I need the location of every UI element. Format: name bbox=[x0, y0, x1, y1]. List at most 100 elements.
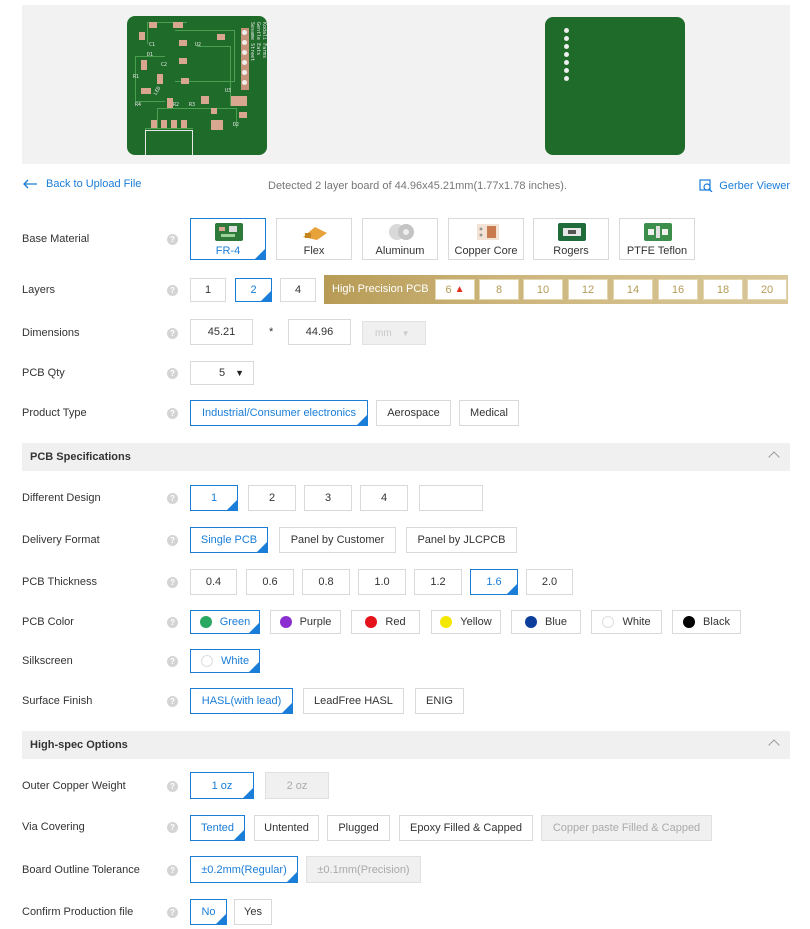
color-label: Black bbox=[703, 616, 730, 628]
help-icon[interactable]: ? bbox=[167, 907, 178, 918]
layers-option-6[interactable]: 6 ▲ bbox=[435, 279, 475, 300]
color-label: Green bbox=[219, 616, 251, 628]
via-plugged[interactable]: Plugged bbox=[327, 815, 390, 841]
layers-option-10[interactable]: 10 bbox=[523, 279, 563, 300]
help-icon[interactable]: ? bbox=[167, 656, 178, 667]
tolerance-regular[interactable]: ±0.2mm(Regular) bbox=[190, 856, 298, 883]
pcb-specifications-section[interactable]: PCB Specifications bbox=[22, 443, 790, 471]
dimension-height-input[interactable]: 44.96 bbox=[288, 319, 351, 345]
via-copper-paste-filled-capped[interactable]: Copper paste Filled & Capped bbox=[541, 815, 712, 841]
color-option-yellow[interactable]: Yellow bbox=[431, 610, 501, 634]
help-icon[interactable]: ? bbox=[167, 696, 178, 707]
help-icon[interactable]: ? bbox=[167, 865, 178, 876]
layers-option-4[interactable]: 4 bbox=[280, 278, 316, 302]
copper-weight-1oz[interactable]: 1 oz bbox=[190, 772, 254, 799]
material-option-flex[interactable]: Flex bbox=[276, 218, 352, 260]
detected-board-text: Detected 2 layer board of 44.96x45.21mm(… bbox=[268, 180, 568, 192]
fr4-board-icon bbox=[215, 223, 243, 241]
different-design-option-4[interactable]: 4 bbox=[360, 485, 408, 511]
delivery-panel-by-customer[interactable]: Panel by Customer bbox=[279, 527, 396, 553]
chevron-down-icon: ▼ bbox=[401, 328, 410, 338]
thickness-option-0-8[interactable]: 0.8 bbox=[302, 569, 350, 595]
thickness-option-1-0[interactable]: 1.0 bbox=[358, 569, 406, 595]
pcb-qty-label: PCB Qty bbox=[22, 367, 65, 379]
different-design-option-1[interactable]: 1 bbox=[190, 485, 238, 511]
copper-core-icon bbox=[477, 224, 499, 240]
help-icon[interactable]: ? bbox=[167, 368, 178, 379]
color-label: Yellow bbox=[460, 616, 492, 628]
help-icon[interactable]: ? bbox=[167, 781, 178, 792]
help-icon[interactable]: ? bbox=[167, 408, 178, 419]
via-untented[interactable]: Untented bbox=[254, 815, 319, 841]
layers-option-2[interactable]: 2 bbox=[235, 278, 272, 302]
help-icon[interactable]: ? bbox=[167, 617, 178, 628]
material-label: Copper Core bbox=[454, 245, 518, 257]
material-option-rogers[interactable]: Rogers bbox=[533, 218, 609, 260]
layers-option-20[interactable]: 20 bbox=[747, 279, 787, 300]
color-label: Purple bbox=[299, 616, 332, 628]
layers-option-1[interactable]: 1 bbox=[190, 278, 226, 302]
tolerance-precision[interactable]: ±0.1mm(Precision) bbox=[306, 856, 421, 883]
back-to-upload-link[interactable]: Back to Upload File bbox=[22, 178, 141, 190]
pcb-qty-select[interactable]: 5 ▼ bbox=[190, 361, 254, 385]
different-design-custom-input[interactable] bbox=[419, 485, 483, 511]
material-option-fr4[interactable]: FR-4 bbox=[190, 218, 266, 260]
color-option-purple[interactable]: Purple bbox=[270, 610, 341, 634]
confirm-file-yes[interactable]: Yes bbox=[234, 899, 272, 925]
via-epoxy-filled-capped[interactable]: Epoxy Filled & Capped bbox=[399, 815, 533, 841]
product-type-label: Product Type bbox=[22, 407, 87, 419]
dimension-unit-select[interactable]: mm ▼ bbox=[362, 321, 426, 345]
finish-leadfree-hasl[interactable]: LeadFree HASL bbox=[303, 688, 404, 714]
different-design-option-3[interactable]: 3 bbox=[304, 485, 352, 511]
base-material-label: Base Material bbox=[22, 233, 90, 245]
material-option-ptfe-teflon[interactable]: PTFE Teflon bbox=[619, 218, 695, 260]
thickness-option-2-0[interactable]: 2.0 bbox=[526, 569, 573, 595]
via-tented[interactable]: Tented bbox=[190, 815, 245, 841]
color-option-white[interactable]: White bbox=[591, 610, 662, 634]
material-option-aluminum[interactable]: Aluminum bbox=[362, 218, 438, 260]
color-option-blue[interactable]: Blue bbox=[511, 610, 581, 634]
thickness-option-1-6[interactable]: 1.6 bbox=[470, 569, 518, 595]
color-label: Red bbox=[385, 616, 406, 628]
product-type-industrial[interactable]: Industrial/Consumer electronics bbox=[190, 400, 368, 426]
help-icon[interactable]: ? bbox=[167, 822, 178, 833]
dimension-width-input[interactable]: 45.21 bbox=[190, 319, 253, 345]
product-type-aerospace[interactable]: Aerospace bbox=[376, 400, 451, 426]
color-option-green[interactable]: Green bbox=[190, 610, 260, 634]
delivery-single-pcb[interactable]: Single PCB bbox=[190, 527, 268, 553]
layers-option-8[interactable]: 8 bbox=[479, 279, 519, 300]
help-icon[interactable]: ? bbox=[167, 285, 178, 296]
finish-enig[interactable]: ENIG bbox=[415, 688, 464, 714]
material-option-copper-core[interactable]: Copper Core bbox=[448, 218, 524, 260]
thickness-option-0-6[interactable]: 0.6 bbox=[246, 569, 294, 595]
gerber-viewer-link[interactable]: Gerber Viewer bbox=[699, 179, 790, 192]
finish-hasl-with-lead[interactable]: HASL(with lead) bbox=[190, 688, 293, 714]
thickness-option-1-2[interactable]: 1.2 bbox=[414, 569, 462, 595]
help-icon[interactable]: ? bbox=[167, 535, 178, 546]
color-option-black[interactable]: Black bbox=[672, 610, 741, 634]
delivery-panel-by-jlcpcb[interactable]: Panel by JLCPCB bbox=[406, 527, 517, 553]
confirm-file-no[interactable]: No bbox=[190, 899, 227, 925]
high-spec-options-section[interactable]: High-spec Options bbox=[22, 731, 790, 759]
layers-option-18[interactable]: 18 bbox=[703, 279, 743, 300]
help-icon[interactable]: ? bbox=[167, 234, 178, 245]
help-icon[interactable]: ? bbox=[167, 577, 178, 588]
silkscreen-option-white[interactable]: White bbox=[190, 649, 260, 673]
layers-option-16[interactable]: 16 bbox=[658, 279, 698, 300]
flex-cable-icon bbox=[303, 227, 327, 240]
caret-down-icon: ▼ bbox=[235, 368, 245, 378]
color-option-red[interactable]: Red bbox=[351, 610, 420, 634]
copper-weight-2oz[interactable]: 2 oz bbox=[265, 772, 329, 799]
help-icon[interactable]: ? bbox=[167, 493, 178, 504]
different-design-option-2[interactable]: 2 bbox=[248, 485, 296, 511]
product-type-medical[interactable]: Medical bbox=[459, 400, 519, 426]
hot-flame-icon: ▲ bbox=[454, 284, 465, 295]
dimension-separator: * bbox=[269, 326, 274, 338]
high-precision-bar: High Precision PCB 6 ▲ 8 10 12 14 16 18 … bbox=[324, 275, 788, 304]
chevron-up-icon bbox=[768, 451, 780, 463]
help-icon[interactable]: ? bbox=[167, 328, 178, 339]
gerber-viewer-icon bbox=[699, 179, 713, 192]
layers-option-14[interactable]: 14 bbox=[613, 279, 653, 300]
thickness-option-0-4[interactable]: 0.4 bbox=[190, 569, 237, 595]
layers-option-12[interactable]: 12 bbox=[568, 279, 608, 300]
